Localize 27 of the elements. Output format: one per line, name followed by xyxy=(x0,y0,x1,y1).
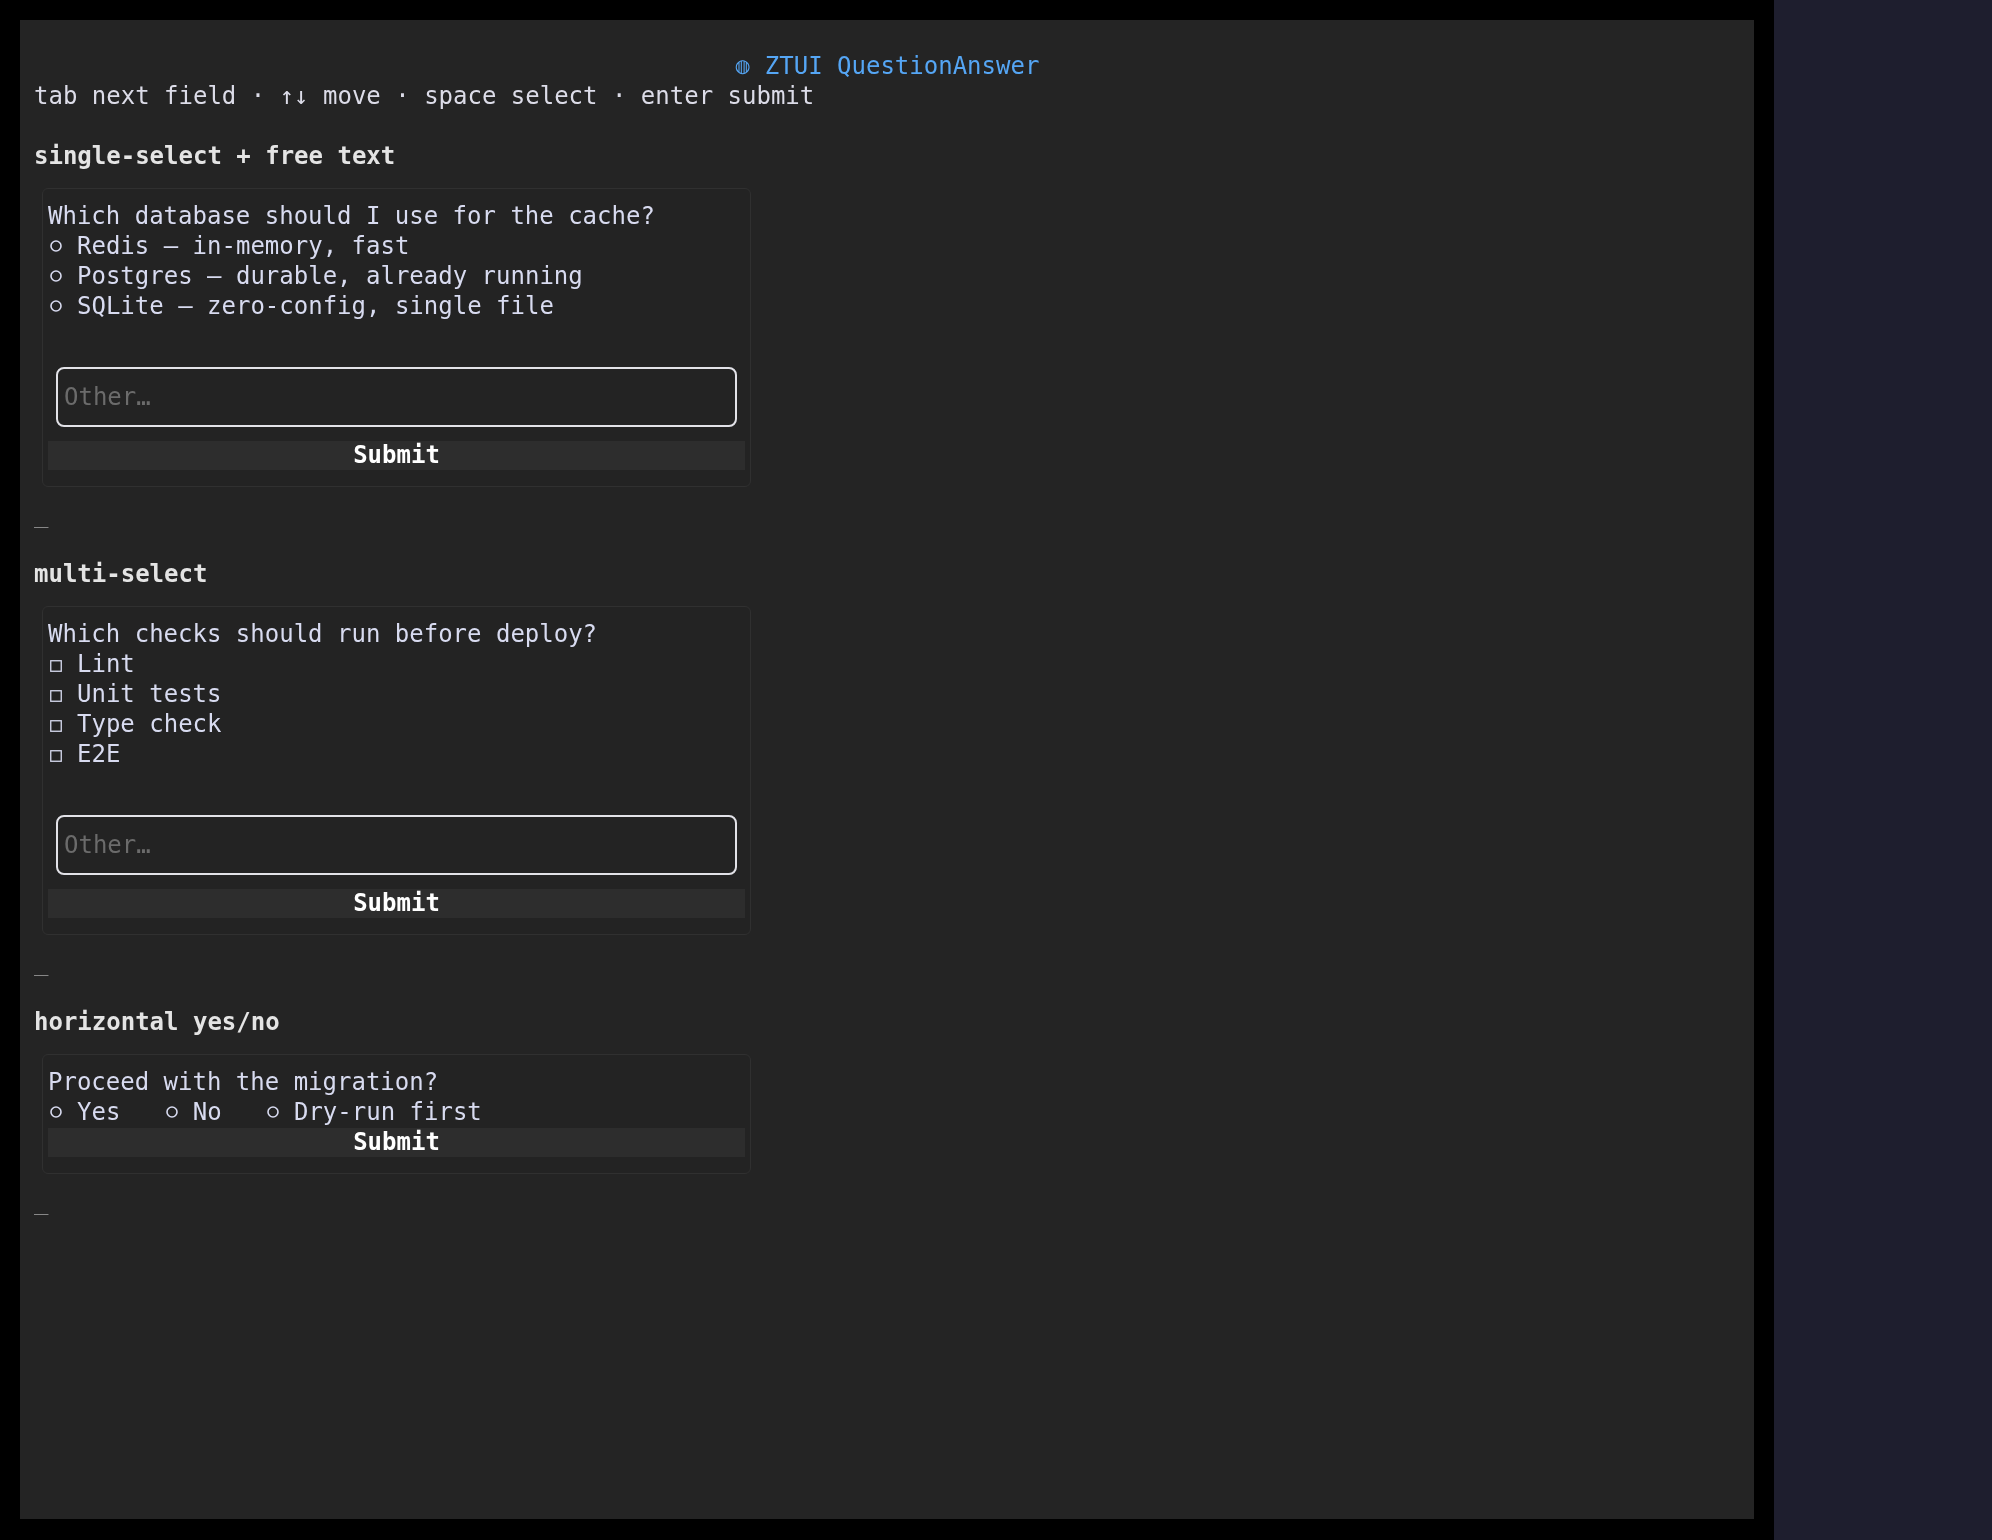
checkbox-option[interactable]: Unit tests xyxy=(48,679,222,709)
other-input[interactable]: Other… xyxy=(56,815,737,875)
underscore-mark: _ xyxy=(34,500,49,528)
submit-button[interactable]: Submit xyxy=(48,441,745,470)
underscore-mark: _ xyxy=(34,948,49,976)
radio-option[interactable]: Postgres — durable, already running xyxy=(48,261,583,291)
question-text: Which checks should run before deploy? xyxy=(48,620,598,648)
logo-icon: ◍ xyxy=(734,51,751,81)
section-heading: multi-select xyxy=(34,560,208,588)
radio-option[interactable]: No xyxy=(163,1097,222,1127)
question-text: Which database should I use for the cache? xyxy=(48,202,655,230)
section-heading: horizontal yes/no xyxy=(34,1008,280,1036)
radio-option[interactable]: Yes xyxy=(48,1097,121,1127)
app-title: ZTUI QuestionAnswer xyxy=(764,51,1040,81)
checkbox-option[interactable]: Type check xyxy=(48,709,222,739)
radio-option[interactable]: SQLite — zero-config, single file xyxy=(48,291,554,321)
other-input[interactable]: Other… xyxy=(56,367,737,427)
section-heading: single-select + free text xyxy=(34,142,396,170)
checkbox-option[interactable]: E2E xyxy=(48,739,121,769)
radio-option[interactable]: Redis — in-memory, fast xyxy=(48,231,410,261)
submit-button[interactable]: Submit xyxy=(48,889,745,918)
submit-button[interactable]: Submit xyxy=(48,1128,745,1157)
underscore-mark: _ xyxy=(34,1187,49,1215)
keyboard-hint: tab next field · ↑↓ move · space select · enter submit xyxy=(34,82,815,110)
question-text: Proceed with the migration? xyxy=(48,1068,439,1096)
checkbox-option[interactable]: Lint xyxy=(48,649,135,679)
radio-option[interactable]: Dry-run first xyxy=(264,1097,482,1127)
